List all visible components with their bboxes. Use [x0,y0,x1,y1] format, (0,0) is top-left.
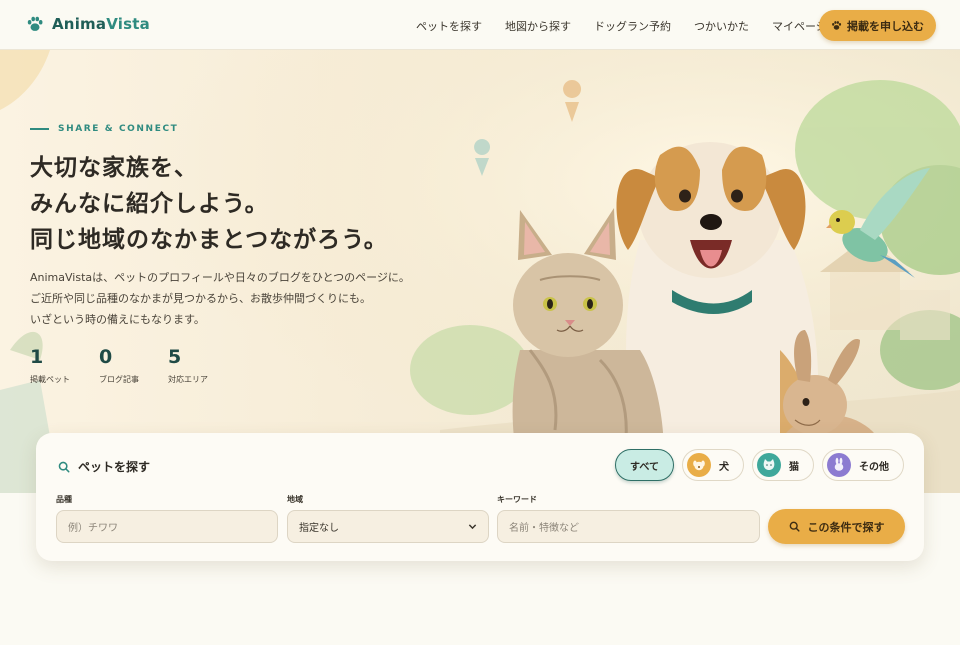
search-submit-button[interactable]: この条件で探す [768,509,905,544]
nav-map-search[interactable]: 地図から探す [505,18,571,34]
nav-how-to-use[interactable]: つかいかた [694,18,749,34]
main-nav: ペットを探す 地図から探す ドッグラン予約 つかいかた マイページ [416,18,850,34]
headline-line: 同じ地域のなかまとつながろう。 [30,227,388,253]
stat-listed-pets: 1 掲載ペット [30,346,99,385]
hero-headline: 大切な家族を、 みんなに紹介しよう。 同じ地域のなかまとつながろう。 [30,150,388,258]
rabbit-icon [827,453,851,477]
search-submit-label: この条件で探す [807,520,885,534]
stat-value: 1 [30,346,44,368]
region-value: 指定なし [299,523,339,534]
hero-section: SHARE & CONNECT 大切な家族を、 みんなに紹介しよう。 同じ地域の… [0,50,960,493]
search-icon [58,461,70,472]
apply-listing-label: 掲載を申し込む [847,19,924,33]
site-header: AnimaVista ペットを探す 地図から探す ドッグラン予約 つかいかた マ… [0,0,960,50]
breed-label: 品種 [56,495,72,504]
stat-label: 掲載ペット [30,375,70,384]
species-filter: すべて 犬 猫 その他 [615,449,904,481]
keyword-label: キーワード [497,495,537,504]
hero-description: AnimaVistaは、ペットのプロフィールや日々のブログをひとつのページに。 … [30,267,410,330]
filter-cat[interactable]: 猫 [752,449,814,481]
brand-name: AnimaVista [52,15,150,33]
region-select[interactable]: 指定なし [287,510,489,543]
brand-logo[interactable]: AnimaVista [26,15,150,33]
filter-label: すべて [630,461,659,473]
keyword-input[interactable]: 名前・特徴など [497,510,760,543]
headline-line: 大切な家族を、 [30,155,198,181]
breed-input[interactable]: 例）チワワ [56,510,278,543]
breed-placeholder: 例）チワワ [68,523,118,534]
cat-icon [757,453,781,477]
search-icon [789,521,800,532]
chevron-down-icon [468,524,477,530]
description-line: AnimaVistaは、ペットのプロフィールや日々のブログをひとつのページに。 [30,271,410,284]
eyebrow-line [30,128,49,130]
filter-label: 犬 [719,461,729,473]
filter-other[interactable]: その他 [822,449,904,481]
apply-listing-button[interactable]: 掲載を申し込む [819,10,936,41]
hero-eyebrow: SHARE & CONNECT [30,124,178,134]
stat-blog-posts: 0 ブログ記事 [99,346,168,385]
paw-icon [27,16,43,31]
dog-icon [687,453,711,477]
paw-icon [832,21,842,30]
region-label: 地域 [287,495,303,504]
filter-label: 猫 [789,461,799,473]
stat-value: 0 [99,346,113,368]
hero-stats: 1 掲載ペット 0 ブログ記事 5 対応エリア [30,346,237,385]
headline-line: みんなに紹介しよう。 [30,191,269,217]
description-line: いざという時の備えにもなります。 [30,313,205,326]
filter-label: その他 [859,461,889,473]
stat-areas: 5 対応エリア [168,346,237,385]
stat-label: ブログ記事 [99,375,139,384]
filter-dog[interactable]: 犬 [682,449,744,481]
filter-all[interactable]: すべて [615,449,674,481]
pet-search-card: ペットを探す すべて 犬 猫 その他 品種 例）チワワ 地域 指定なし キーワー… [36,433,924,561]
description-line: ご近所や同じ品種のなかまが見つかるから、お散歩仲間づくりにも。 [30,292,371,305]
eyebrow-text: SHARE & CONNECT [58,124,179,134]
nav-dogrun-reserve[interactable]: ドッグラン予約 [594,18,671,34]
nav-find-pets[interactable]: ペットを探す [416,18,482,34]
stat-value: 5 [168,346,182,368]
search-title-text: ペットを探す [78,460,151,474]
stat-label: 対応エリア [168,375,208,384]
search-card-title: ペットを探す [58,458,150,475]
keyword-placeholder: 名前・特徴など [509,523,579,534]
